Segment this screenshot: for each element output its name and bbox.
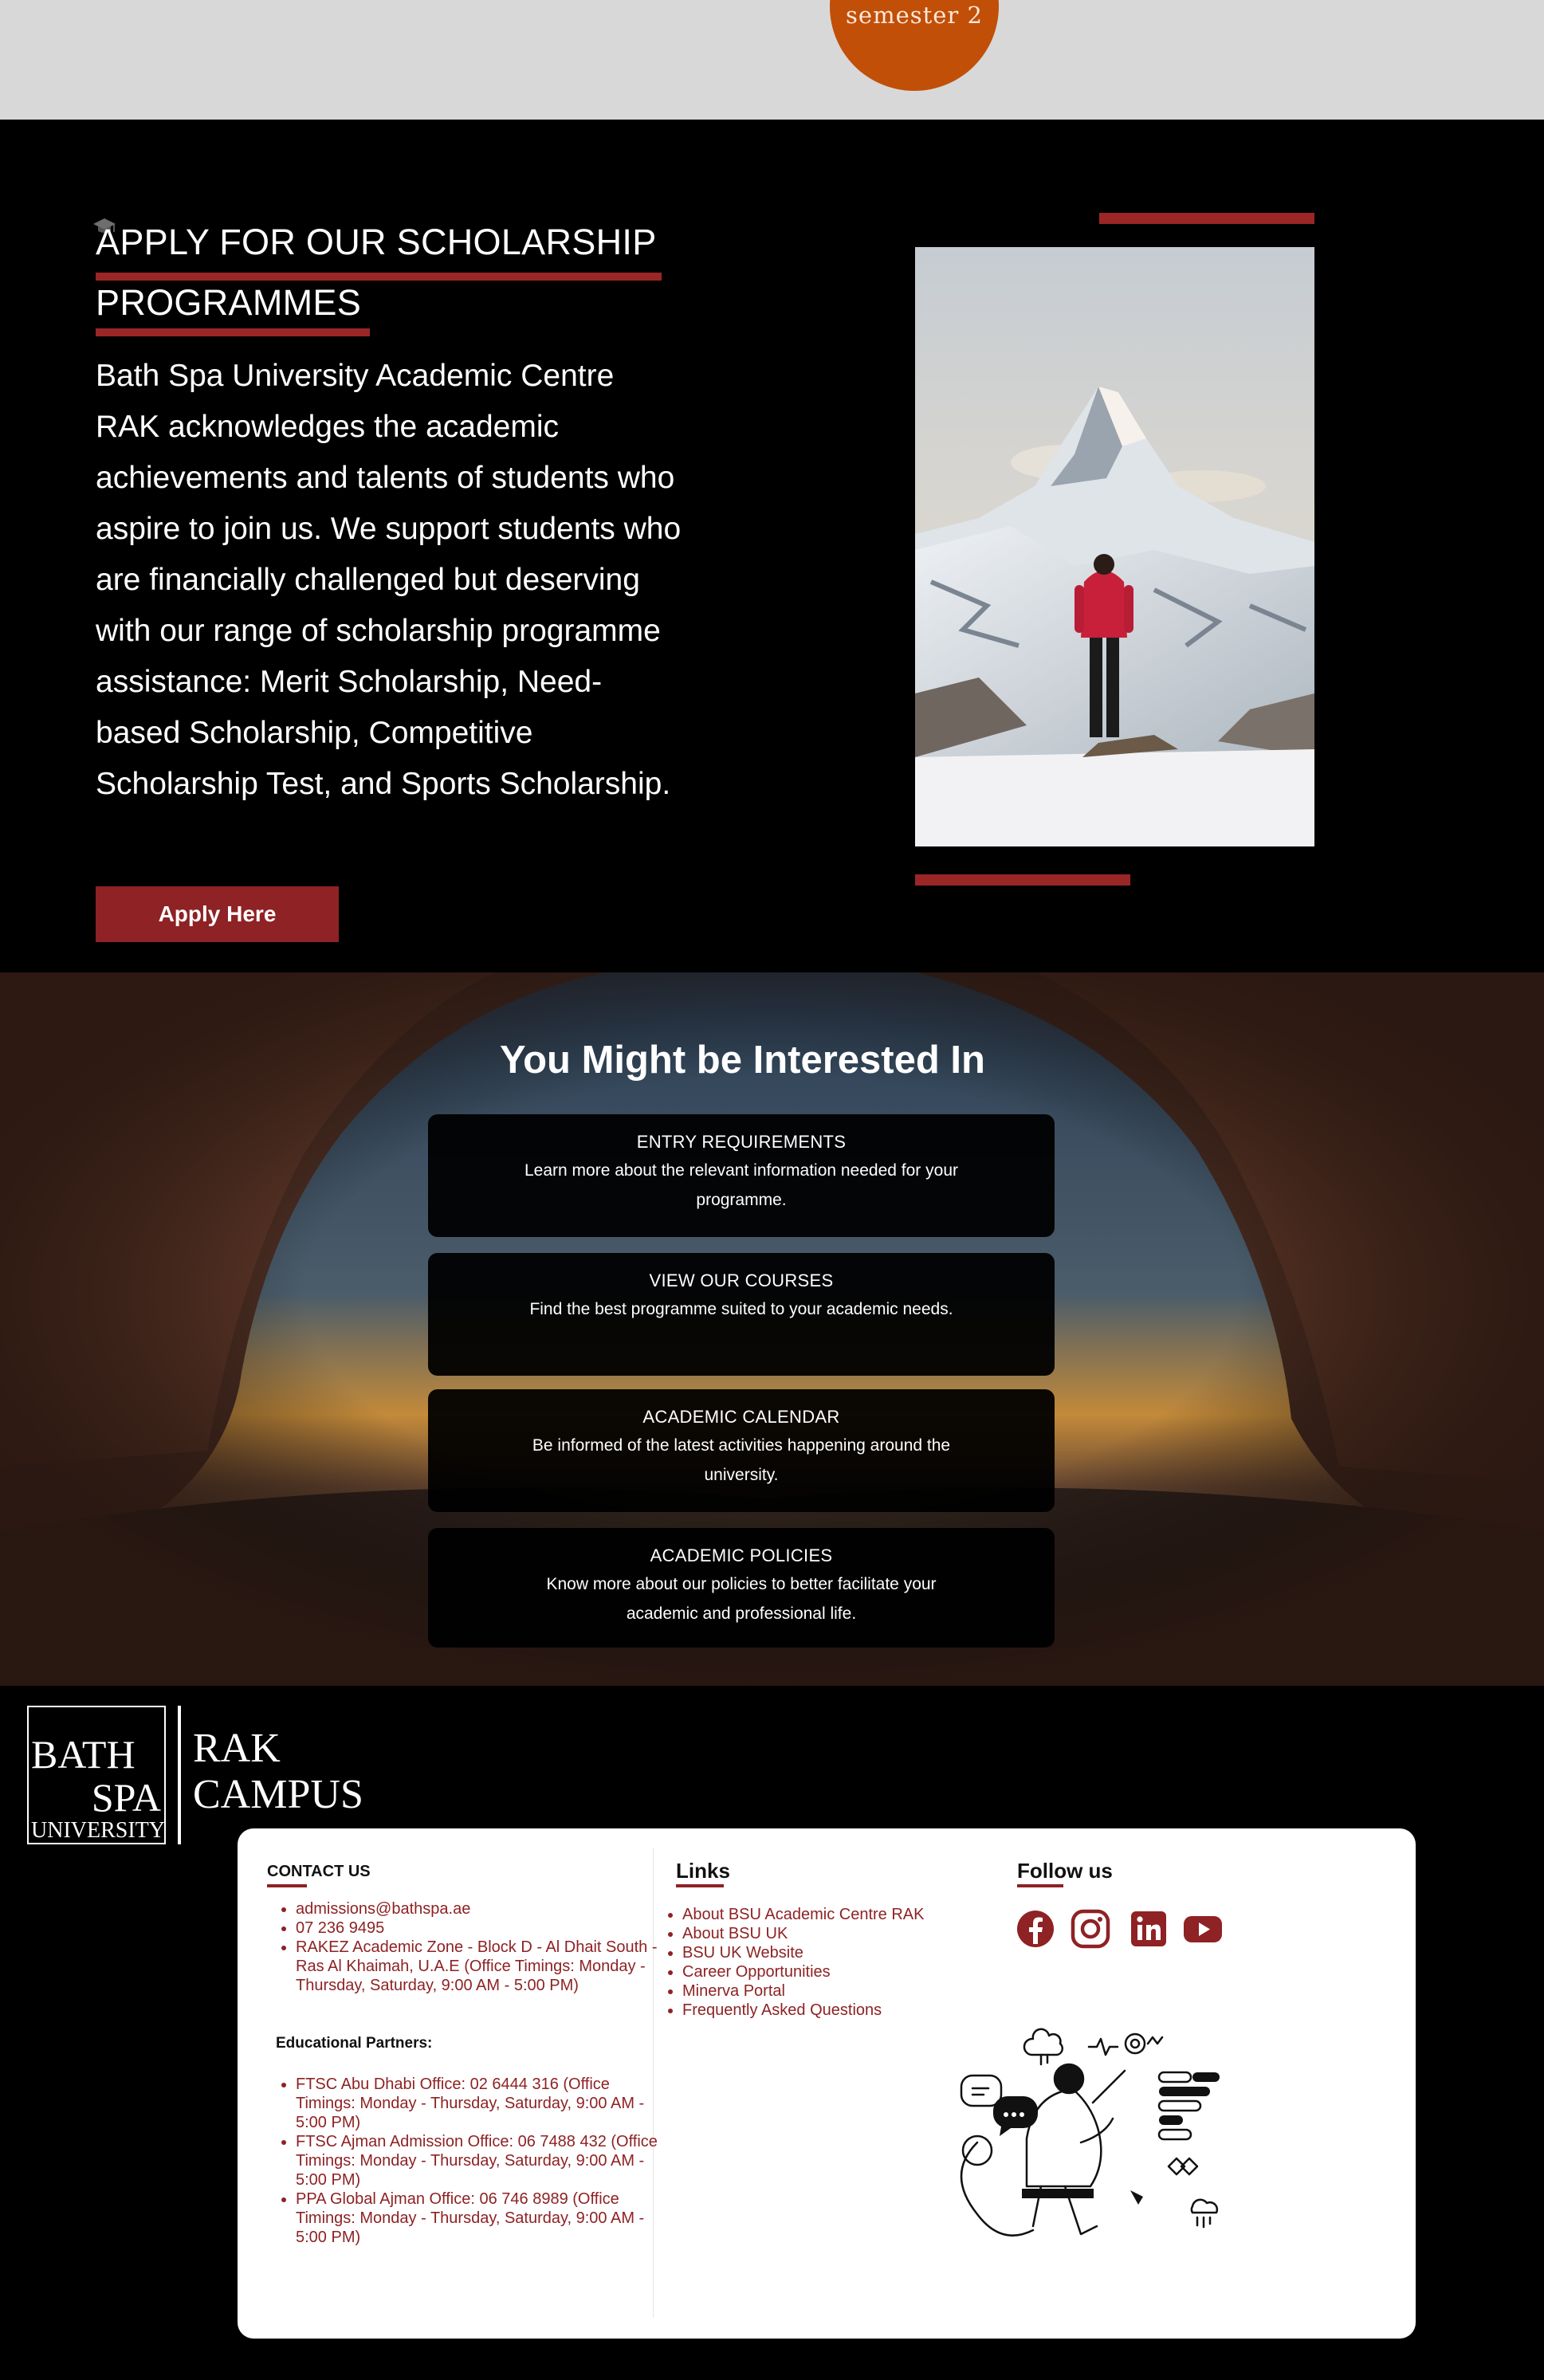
follow-us-heading: Follow us: [1017, 1859, 1113, 1883]
apply-here-button[interactable]: Apply Here: [96, 886, 339, 942]
contact-us-heading: CONTACT US: [267, 1863, 371, 1880]
view-courses-card[interactable]: VIEW OUR COURSES Find the best programme…: [428, 1253, 1055, 1376]
entry-requirements-card[interactable]: ENTRY REQUIREMENTS Learn more about the …: [428, 1114, 1055, 1237]
top-band: [0, 0, 1544, 120]
partner-item: FTSC Abu Dhabi Office: 02 6444 316 (Offi…: [296, 2075, 662, 2132]
heading-underline: [267, 1884, 307, 1887]
scholarship-title-line1: APPLY FOR OUR SCHOLARSHIP: [96, 222, 657, 262]
educational-partners-heading: Educational Partners:: [276, 2035, 433, 2052]
link-bsu-uk-website[interactable]: BSU UK Website: [682, 1943, 1017, 1962]
contact-phone[interactable]: 07 236 9495: [296, 1919, 662, 1938]
partner-item: FTSC Ajman Admission Office: 06 7488 432…: [296, 2132, 662, 2190]
logo-line2: SPA: [92, 1775, 161, 1820]
heading-underline: [676, 1884, 724, 1887]
interested-section-title: You Might be Interested In: [500, 1039, 985, 1082]
academic-policies-card[interactable]: ACADEMIC POLICIES Know more about our po…: [428, 1528, 1055, 1648]
logo-line3: UNIVERSITY: [31, 1818, 165, 1843]
card-description: Be informed of the latest activities hap…: [532, 1436, 951, 1484]
decorative-bar: [1099, 213, 1314, 224]
scholarship-title-line2: PROGRAMMES: [96, 282, 362, 323]
logo-campus2: CAMPUS: [193, 1772, 363, 1817]
facebook-icon[interactable]: [1016, 1909, 1055, 1949]
title-underline: [96, 328, 370, 336]
logo-campus1: RAK: [193, 1726, 281, 1771]
link-faq[interactable]: Frequently Asked Questions: [682, 2001, 1017, 2020]
youtube-icon[interactable]: [1183, 1909, 1223, 1949]
scholarship-description: Bath Spa University Academic Centre RAK …: [96, 359, 682, 801]
semester-label: semester 2: [846, 2, 983, 29]
card-description: Learn more about the relevant informatio…: [524, 1161, 958, 1209]
partner-item: PPA Global Ajman Office: 06 746 8989 (Of…: [296, 2190, 662, 2247]
card-title: ACADEMIC POLICIES: [650, 1545, 833, 1565]
contact-address: RAKEZ Academic Zone - Block D - Al Dhait…: [296, 1938, 662, 1995]
person-with-ui-illustration: [960, 2028, 1220, 2237]
card-title: VIEW OUR COURSES: [649, 1271, 834, 1290]
card-description: Find the best programme suited to your a…: [529, 1300, 953, 1318]
title-underline: [96, 273, 662, 281]
link-minerva-portal[interactable]: Minerva Portal: [682, 1981, 1017, 2001]
academic-calendar-card[interactable]: ACADEMIC CALENDAR Be informed of the lat…: [428, 1389, 1055, 1512]
contact-email[interactable]: admissions@bathspa.ae: [296, 1899, 662, 1919]
partners-list: FTSC Abu Dhabi Office: 02 6444 316 (Offi…: [267, 2075, 662, 2247]
link-career-opportunities[interactable]: Career Opportunities: [682, 1962, 1017, 1981]
card-title: ENTRY REQUIREMENTS: [636, 1132, 847, 1152]
instagram-icon[interactable]: [1071, 1909, 1110, 1949]
contact-list: admissions@bathspa.ae 07 236 9495 RAKEZ …: [267, 1899, 662, 1995]
decorative-bar: [915, 874, 1130, 886]
linkedin-icon[interactable]: [1129, 1909, 1169, 1949]
bath-spa-rak-campus-logo[interactable]: BATH SPA UNIVERSITY RAK CAMPUS: [27, 1706, 378, 1848]
mountain-hiker-image: [915, 247, 1314, 846]
card-title: ACADEMIC CALENDAR: [642, 1407, 840, 1427]
links-list: About BSU Academic Centre RAK About BSU …: [654, 1905, 1017, 2020]
card-description: Know more about our policies to better f…: [546, 1575, 937, 1623]
links-heading: Links: [676, 1859, 730, 1883]
link-about-bsu-uk[interactable]: About BSU UK: [682, 1924, 1017, 1943]
heading-underline: [1017, 1884, 1063, 1887]
logo-line1: BATH: [31, 1732, 136, 1777]
link-about-bsu-rak[interactable]: About BSU Academic Centre RAK: [682, 1905, 1017, 1924]
